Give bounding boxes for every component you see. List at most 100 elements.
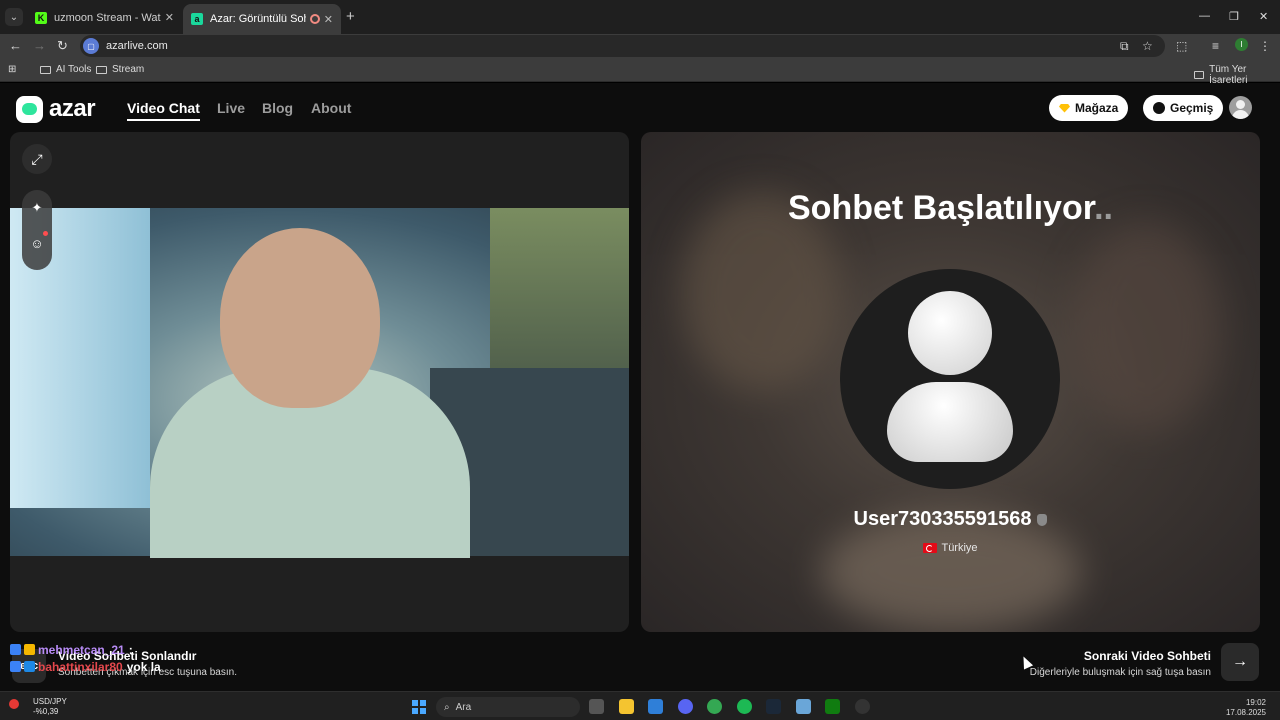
steam-icon[interactable] — [766, 699, 781, 714]
nav-live[interactable]: Live — [217, 100, 245, 116]
recording-icon — [309, 14, 320, 24]
next-chat-title: Sonraki Video Sohbeti — [1083, 649, 1211, 663]
folder-icon — [96, 65, 107, 74]
subscriber-badge-icon — [10, 644, 21, 655]
windows-start-icon[interactable] — [412, 700, 426, 714]
bookmark-folder-ai-tools[interactable]: AI Tools — [40, 64, 91, 75]
restore-button[interactable]: ❐ — [1229, 10, 1239, 23]
apps-grid-icon[interactable]: ⊞ — [8, 64, 16, 75]
spotify-icon[interactable] — [737, 699, 752, 714]
search-icon: ⌕ — [444, 701, 450, 713]
kick-favicon-icon: K — [35, 11, 47, 24]
folder-icon — [1194, 71, 1205, 79]
camera-person-head — [220, 228, 380, 408]
next-chat-hint[interactable]: Sonraki Video Sohbeti Diğerleriyle buluş… — [1030, 649, 1211, 678]
stock-widget-icon — [9, 699, 19, 709]
self-camera-feed — [10, 208, 629, 558]
chat-username: mehmetcan_21 — [38, 642, 125, 657]
azar-logo[interactable]: azar — [16, 95, 96, 123]
extensions-icon[interactable]: ⬚ — [1176, 39, 1187, 53]
azar-favicon-icon: a — [191, 13, 203, 25]
avatar-body-shape — [887, 382, 1013, 462]
taskbar-search[interactable]: ⌕ Ara — [436, 697, 580, 717]
store-label: Mağaza — [1075, 101, 1119, 115]
reload-button[interactable]: ↻ — [57, 38, 68, 54]
chat-text: yok la — [126, 659, 161, 674]
crown-badge-icon — [24, 644, 35, 655]
file-explorer-icon[interactable] — [619, 699, 634, 714]
ticker-label: USD/JPY — [33, 697, 67, 706]
url-text: azarlive.com — [106, 40, 168, 52]
history-label: Geçmiş — [1170, 101, 1214, 115]
tab-search-button[interactable]: ⌄ — [5, 8, 23, 26]
chrome-icon[interactable] — [707, 699, 722, 714]
search-placeholder: Ara — [455, 701, 472, 713]
user-avatar[interactable] — [1229, 96, 1252, 119]
expand-icon: ⤢ — [31, 150, 43, 167]
install-app-icon[interactable]: ⧉ — [1120, 39, 1129, 54]
bookmark-folder-stream[interactable]: Stream — [96, 64, 144, 75]
status-text: Sohbet Başlatılıyor — [788, 189, 1095, 227]
store-button[interactable]: Mağaza — [1049, 95, 1129, 121]
new-tab-button[interactable]: + — [346, 8, 355, 25]
ticker-value: -%0,39 — [33, 707, 59, 716]
forward-button[interactable]: → — [33, 38, 46, 53]
avatar-head-shape — [908, 291, 992, 375]
status-dots: .. — [1094, 189, 1113, 227]
effects-toolbar: ✦ ☺ — [22, 190, 52, 270]
next-chat-button[interactable]: → — [1221, 643, 1259, 681]
close-window-button[interactable]: ✕ — [1259, 10, 1268, 23]
store-app-icon[interactable] — [648, 699, 663, 714]
matching-status: Sohbet Başlatılıyor.. — [641, 189, 1260, 228]
blur-shape — [1071, 222, 1221, 432]
bits-badge-icon — [24, 661, 35, 672]
chat-text: : — [128, 642, 133, 657]
windows-taskbar: USD/JPY -%0,39 ⌕ Ara 19:02 17.08.2025 — [0, 691, 1280, 720]
history-button[interactable]: Geçmiş — [1143, 95, 1224, 121]
expand-button[interactable]: ⤢ — [22, 144, 52, 174]
nav-about[interactable]: About — [311, 100, 351, 116]
media-controls-icon[interactable]: ≡ — [1212, 39, 1219, 53]
turkey-flag-icon — [923, 543, 938, 553]
bookmark-label: Stream — [112, 64, 145, 75]
xbox-icon[interactable] — [825, 699, 840, 714]
app-icon[interactable] — [796, 699, 811, 714]
system-clock[interactable]: 19:02 17.08.2025 — [1226, 698, 1266, 718]
bookmark-star-icon[interactable]: ☆ — [1142, 39, 1153, 53]
task-view-icon[interactable] — [589, 699, 604, 714]
bookmark-label: AI Tools — [56, 64, 92, 75]
address-bar[interactable]: ▢ azarlive.com — [80, 35, 1165, 57]
azar-logo-icon — [16, 95, 43, 123]
discord-icon[interactable] — [678, 699, 693, 714]
browser-tab-bar: ⌄ K uzmoon Stream - Watch Live o ✕ a Aza… — [0, 0, 1280, 34]
partner-username: User730335591568 — [641, 508, 1260, 531]
more-menu-icon[interactable]: ⋮ — [1259, 39, 1271, 53]
browser-toolbar: ← → ↻ ▢ azarlive.com ⧉ ☆ ⬚ ≡ ⋮ — [0, 34, 1280, 58]
back-button[interactable]: ← — [9, 38, 22, 53]
site-info-icon[interactable]: ▢ — [83, 38, 99, 54]
nav-video-chat[interactable]: Video Chat — [127, 100, 200, 121]
tab-uzmoon[interactable]: K uzmoon Stream - Watch Live o ✕ — [27, 5, 182, 30]
nav-blog[interactable]: Blog — [262, 100, 293, 116]
tab-azar[interactable]: a Azar: Görüntülü Sohbet, Arka ✕ — [183, 4, 341, 34]
stream-chat-overlay: mehmetcan_21 : bahattinxilar80 yok la — [10, 641, 161, 675]
obs-icon[interactable] — [855, 699, 870, 714]
browser-profile-avatar[interactable]: I — [1235, 38, 1248, 51]
clock-time: 19:02 — [1245, 698, 1266, 707]
bookmarks-bar: ⊞ AI Tools Stream Tüm Yer İşaretleri — [0, 58, 1280, 86]
face-filter-icon[interactable]: ☺ — [22, 236, 52, 251]
next-chat-subtitle: Diğerleriyle buluşmak için sağ tuşa bası… — [1029, 667, 1211, 678]
camera-shelf-background — [490, 208, 629, 388]
stock-widget[interactable]: USD/JPY -%0,39 — [33, 697, 67, 717]
chat-username: bahattinxilar80 — [38, 659, 123, 674]
arrow-right-icon: → — [1232, 653, 1248, 670]
sparkle-effects-icon[interactable]: ✦ — [22, 200, 52, 216]
azar-page: azar Video Chat Live Blog About Mağaza G… — [0, 83, 1280, 691]
chat-message: mehmetcan_21 : — [10, 641, 161, 658]
close-tab-icon[interactable]: ✕ — [165, 11, 174, 24]
self-video-panel: ⤢ ✦ ☺ — [10, 132, 629, 632]
close-tab-icon[interactable]: ✕ — [324, 13, 333, 26]
minimize-button[interactable]: — — [1199, 10, 1210, 22]
tab-title: uzmoon Stream - Watch Live o — [54, 11, 161, 24]
diamond-icon — [1059, 103, 1070, 113]
